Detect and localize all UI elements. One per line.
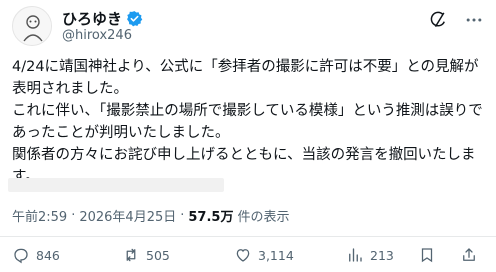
tweet-date[interactable]: 2026年4月25日 xyxy=(79,206,176,225)
author-name-row: ひろゆき xyxy=(62,8,143,29)
more-options-icon[interactable] xyxy=(464,10,484,30)
redacted-text-placeholder xyxy=(8,178,224,192)
reply-icon xyxy=(14,248,28,264)
retweet-icon xyxy=(126,248,136,262)
retweet-count: 505 xyxy=(146,247,170,263)
views-count: 57.5万 xyxy=(188,210,234,225)
like-button[interactable]: 3,114 xyxy=(234,246,294,264)
grok-icon[interactable] xyxy=(428,10,448,30)
reply-button[interactable]: 846 xyxy=(12,246,60,264)
analytics-icon xyxy=(349,248,362,262)
top-actions xyxy=(428,10,484,30)
meta-separator-2: · xyxy=(180,208,185,223)
analytics-count: 213 xyxy=(370,247,394,263)
meta-separator: · xyxy=(71,208,76,223)
share-icon xyxy=(463,248,475,261)
like-count: 3,114 xyxy=(258,247,294,263)
author-handle[interactable]: @hirox246 xyxy=(62,28,132,43)
heart-icon xyxy=(236,249,250,262)
tweet-time[interactable]: 午前2:59 xyxy=(12,206,67,225)
retweet-button[interactable]: 505 xyxy=(122,246,170,264)
avatar[interactable] xyxy=(12,6,52,46)
views-label: 件の表示 xyxy=(237,210,290,225)
divider xyxy=(0,236,496,237)
share-button[interactable] xyxy=(460,246,478,264)
author-display-name[interactable]: ひろゆき xyxy=(62,8,122,29)
bookmark-button[interactable] xyxy=(418,246,436,264)
bookmark-icon xyxy=(421,248,433,263)
reply-count: 846 xyxy=(36,247,60,263)
action-bar: 846 505 3,114 213 xyxy=(0,246,496,268)
tweet-text: 4/24に靖国神社より、公式に「参拝者の撮影に許可は不要」との見解が表明されまし… xyxy=(12,59,483,185)
tweet-meta: 午前2:59 · 2026年4月25日 · 57.5万 件の表示 xyxy=(12,206,289,225)
verified-badge-icon[interactable] xyxy=(126,10,143,27)
views-button[interactable]: 213 xyxy=(346,246,394,264)
